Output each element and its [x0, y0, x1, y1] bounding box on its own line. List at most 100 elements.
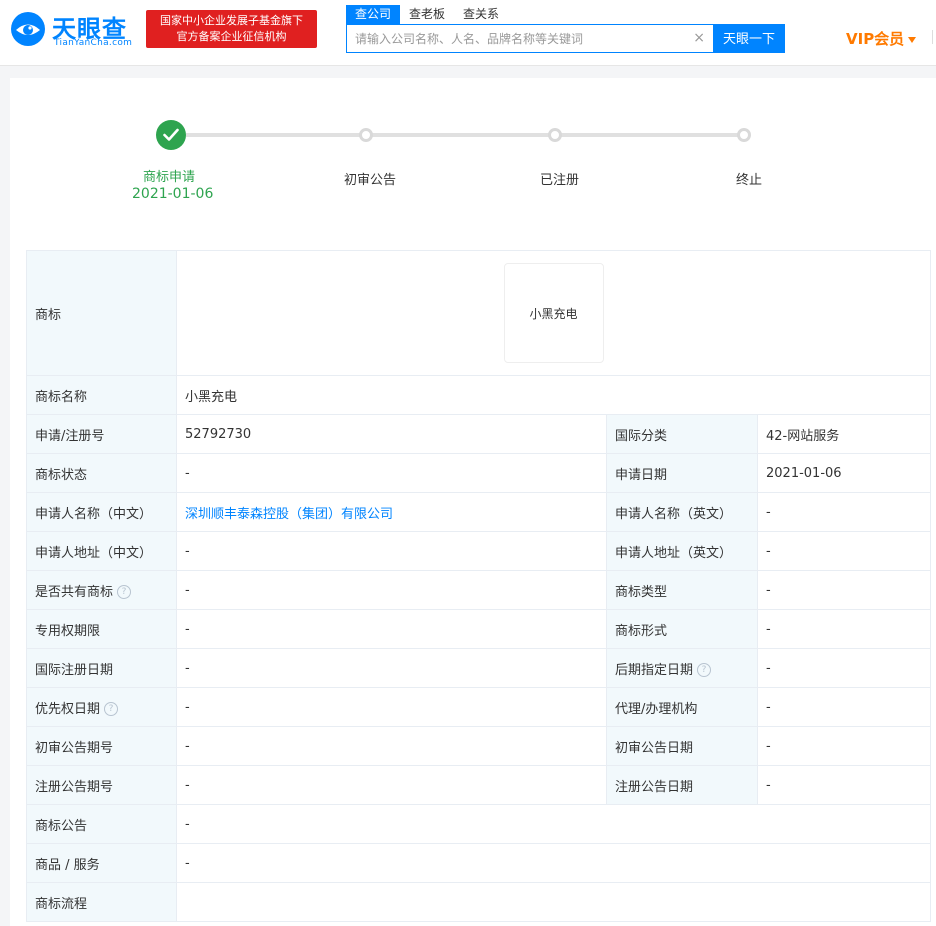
table-row: 申请人名称（中文） 深圳顺丰泰森控股（集团）有限公司 申请人名称（英文） - — [26, 492, 931, 532]
field-value: - — [176, 726, 607, 766]
field-value: - — [176, 609, 607, 649]
field-label: 申请日期 — [606, 453, 758, 493]
field-label-with-help: 后期指定日期? — [606, 648, 758, 688]
field-label-with-help: 是否共有商标? — [26, 570, 177, 610]
logo-eye-icon — [11, 12, 45, 46]
step-pending-dot — [548, 128, 562, 142]
field-label: 国际注册日期 — [26, 648, 177, 688]
field-label-with-help: 优先权日期? — [26, 687, 177, 727]
field-label-text: 优先权日期 — [35, 701, 101, 717]
table-row: 是否共有商标? - 商标类型 - — [26, 570, 931, 610]
field-value: - — [757, 609, 931, 649]
header-divider — [932, 30, 933, 44]
table-row: 申请/注册号 52792730 国际分类 42-网站服务 — [26, 414, 931, 454]
step-date-application: 2021-01-06 — [132, 186, 214, 202]
field-value: - — [176, 570, 607, 610]
tianyancha-logo[interactable]: 天眼查 TianYanCha.com — [10, 9, 140, 49]
search-box: × — [346, 24, 714, 53]
caret-down-icon — [908, 36, 917, 43]
field-label-text: 后期指定日期 — [615, 662, 694, 678]
step-label-preliminary: 初审公告 — [344, 173, 397, 188]
field-label: 注册公告期号 — [26, 765, 177, 805]
field-value: - — [757, 648, 931, 688]
field-label: 申请人地址（英文） — [606, 531, 758, 571]
field-value: 52792730 — [176, 414, 607, 454]
table-row: 商标名称 小黑充电 — [26, 375, 931, 415]
table-row: 商标公告 - — [26, 804, 931, 844]
field-value: - — [757, 570, 931, 610]
search-input[interactable] — [347, 25, 687, 52]
tab-search-relation[interactable]: 查关系 — [454, 5, 508, 24]
field-value: - — [757, 531, 931, 571]
field-label: 申请人名称（中文） — [26, 492, 177, 532]
tab-search-company[interactable]: 查公司 — [346, 5, 401, 24]
field-label: 初审公告日期 — [606, 726, 758, 766]
trademark-name-value: 小黑充电 — [176, 375, 931, 415]
badge-line-2: 官方备案企业征信机构 — [176, 30, 287, 43]
field-label: 商标状态 — [26, 453, 177, 493]
field-value: - — [757, 492, 931, 532]
logo-subtitle: TianYanCha.com — [54, 38, 133, 48]
field-value: - — [176, 453, 607, 493]
applicant-name-cell: 深圳顺丰泰森控股（集团）有限公司 — [176, 492, 607, 532]
trademark-image-cell: 小黑充电 — [176, 250, 931, 376]
field-label: 专用权期限 — [26, 609, 177, 649]
help-icon[interactable]: ? — [104, 702, 119, 716]
progress-connector — [186, 133, 366, 137]
trademark-progress: 商标申请 2021-01-06 初审公告 已注册 终止 — [10, 78, 936, 238]
field-label-text: 是否共有商标 — [35, 584, 114, 600]
table-row: 申请人地址（中文） - 申请人地址（英文） - — [26, 531, 931, 571]
goods-services-value: - — [176, 843, 931, 883]
field-value: - — [176, 531, 607, 571]
vip-member-menu[interactable]: VIP会员 — [846, 28, 917, 49]
trademark-flow-value — [176, 882, 931, 922]
top-navigation-bar: 天眼查 TianYanCha.com 国家中小企业发展子基金旗下 官方备案企业征… — [0, 0, 936, 66]
trademark-image[interactable]: 小黑充电 — [503, 263, 604, 363]
field-value: - — [176, 687, 607, 727]
table-row: 商标流程 — [26, 882, 931, 922]
field-value: - — [757, 687, 931, 727]
search-type-tabs: 查公司 查老板 查关系 — [346, 5, 508, 24]
field-label: 代理/办理机构 — [606, 687, 758, 727]
table-row: 国际注册日期 - 后期指定日期? - — [26, 648, 931, 688]
field-label: 注册公告日期 — [606, 765, 758, 805]
step-label-application: 商标申请 — [143, 170, 196, 185]
applicant-company-link[interactable]: 深圳顺丰泰森控股（集团）有限公司 — [185, 507, 393, 522]
trademark-detail-card: 商标申请 2021-01-06 初审公告 已注册 终止 商标 小黑充电 商标名称… — [10, 78, 936, 926]
goods-services-label: 商品 / 服务 — [26, 843, 177, 883]
trademark-image-label: 商标 — [26, 250, 177, 376]
clear-icon[interactable]: × — [693, 30, 705, 46]
field-value: - — [757, 765, 931, 805]
field-label: 商标形式 — [606, 609, 758, 649]
search-button[interactable]: 天眼一下 — [713, 24, 785, 53]
step-pending-dot — [737, 128, 751, 142]
table-row: 专用权期限 - 商标形式 - — [26, 609, 931, 649]
field-value: - — [176, 765, 607, 805]
table-row: 商标状态 - 申请日期 2021-01-06 — [26, 453, 931, 493]
table-row: 注册公告期号 - 注册公告日期 - — [26, 765, 931, 805]
field-label: 商标类型 — [606, 570, 758, 610]
field-label: 申请/注册号 — [26, 414, 177, 454]
field-value: 42-网站服务 — [757, 414, 931, 454]
table-row: 优先权日期? - 代理/办理机构 - — [26, 687, 931, 727]
announcement-label: 商标公告 — [26, 804, 177, 844]
trademark-name-label: 商标名称 — [26, 375, 177, 415]
step-done-check-icon — [156, 120, 186, 150]
announcement-value: - — [176, 804, 931, 844]
tab-search-boss[interactable]: 查老板 — [400, 5, 454, 24]
badge-line-1: 国家中小企业发展子基金旗下 — [160, 14, 303, 27]
step-label-terminated: 终止 — [736, 173, 763, 188]
help-icon[interactable]: ? — [117, 585, 132, 599]
field-value: - — [757, 726, 931, 766]
vip-label: VIP会员 — [846, 30, 905, 48]
field-label: 申请人名称（英文） — [606, 492, 758, 532]
trademark-image-text: 小黑充电 — [529, 306, 578, 321]
trademark-flow-label: 商标流程 — [26, 882, 177, 922]
help-icon[interactable]: ? — [697, 663, 712, 677]
trademark-info-table: 商标 小黑充电 商标名称 小黑充电 申请/注册号 52792730 国际分类 4… — [26, 250, 931, 922]
table-row: 初审公告期号 - 初审公告日期 - — [26, 726, 931, 766]
step-label-registered: 已注册 — [540, 173, 580, 188]
official-badge: 国家中小企业发展子基金旗下 官方备案企业征信机构 — [146, 10, 317, 48]
table-row: 商品 / 服务 - — [26, 843, 931, 883]
field-label: 初审公告期号 — [26, 726, 177, 766]
